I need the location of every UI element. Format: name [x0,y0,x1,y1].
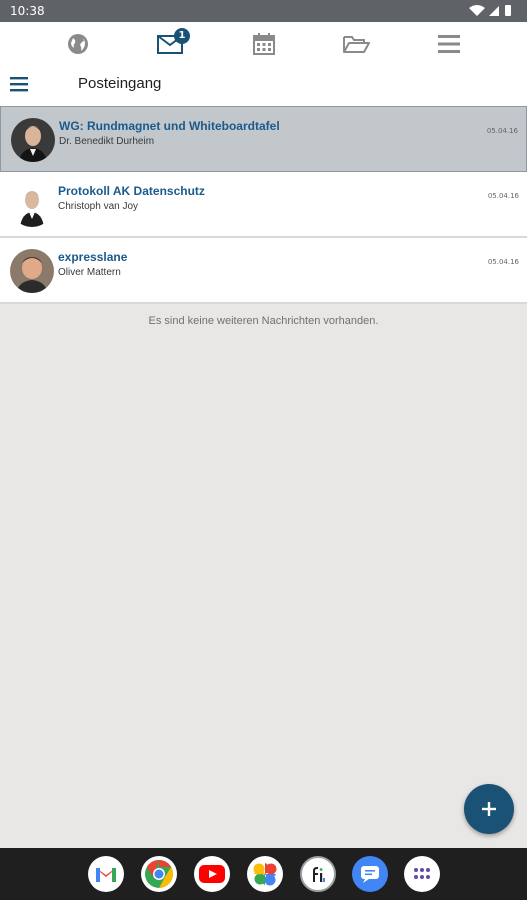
menu-icon [438,35,460,53]
message-date: 05.04.16 [487,192,519,200]
photos-icon [253,863,277,886]
messages-app[interactable] [352,856,388,892]
folder-open-icon [343,36,370,53]
message-sender: Dr. Benedikt Durheim [59,136,155,147]
top-navigation: 1 [0,22,527,64]
signal-icon [489,6,499,16]
app-dock [0,848,527,900]
message-row[interactable]: Protokoll AK Datenschutz Christoph van J… [0,172,527,238]
gmail-app[interactable] [88,856,124,892]
compose-button[interactable] [464,784,514,834]
globe-icon [68,34,88,54]
message-subject: Protokoll AK Datenschutz [58,184,205,198]
status-time: 10:38 [10,4,45,18]
globe-nav-button[interactable] [56,28,100,60]
battery-icon [505,5,511,16]
avatar [10,183,54,227]
hamburger-icon[interactable] [8,72,32,96]
avatar [11,118,55,162]
status-icons [469,5,511,16]
message-subject: WG: Rundmagnet und Whiteboardtafel [59,119,280,133]
message-subject: expresslane [58,250,128,264]
unread-badge: 1 [174,28,190,44]
photos-app[interactable] [247,856,283,892]
message-row[interactable]: expresslane Oliver Mattern 05.04.16 [0,238,527,304]
gmail-icon [96,868,116,882]
title-bar: Posteingang [0,64,527,106]
app-drawer[interactable] [404,856,440,892]
message-list: WG: Rundmagnet und Whiteboardtafel Dr. B… [0,106,527,304]
avatar [10,249,54,293]
app-drawer-icon [414,868,430,879]
message-date: 05.04.16 [487,258,519,266]
calendar-nav-button[interactable] [242,28,286,60]
message-sender: Oliver Mattern [58,267,121,278]
calendar-icon [253,33,275,55]
messages-icon [361,866,379,883]
empty-list-note: Es sind keine weiteren Nachrichten vorha… [148,315,379,327]
message-date: 05.04.16 [486,127,518,135]
youtube-app[interactable] [194,856,230,892]
youtube-icon [199,865,225,883]
mail-nav-button[interactable]: 1 [148,28,192,60]
page-title: Posteingang [78,75,162,92]
message-row[interactable]: WG: Rundmagnet und Whiteboardtafel Dr. B… [0,106,527,172]
folder-nav-button[interactable] [334,28,378,60]
status-bar: 10:38 [0,0,527,22]
menu-nav-button[interactable] [427,28,471,60]
fi-icon [313,867,325,882]
wifi-icon [469,5,485,16]
chrome-icon [145,860,173,888]
chrome-app[interactable] [141,856,177,892]
message-sender: Christoph van Joy [58,201,139,212]
fi-app[interactable] [300,856,336,892]
plus-icon [482,802,496,816]
